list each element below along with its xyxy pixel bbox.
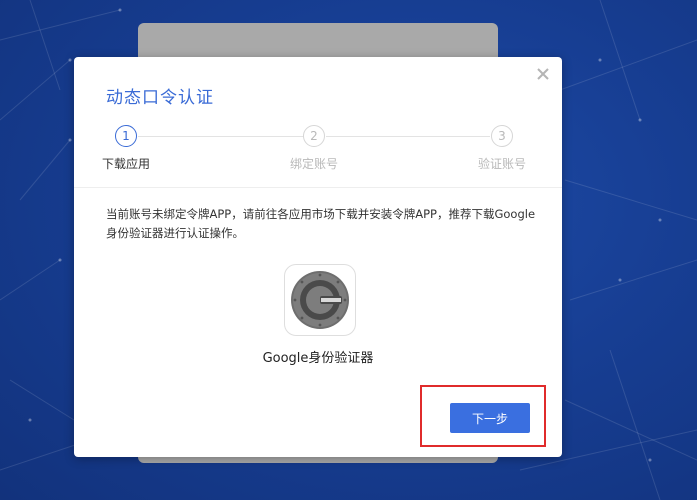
next-step-button[interactable]: 下一步	[450, 403, 530, 433]
google-authenticator-icon	[284, 264, 356, 336]
app-name: Google身份验证器	[262, 351, 374, 366]
dialog-title: 动态口令认证	[106, 88, 214, 108]
step-2-circle: 2	[303, 125, 325, 147]
step-3-label: 验证账号	[478, 157, 527, 171]
step-3-circle: 3	[491, 125, 513, 147]
step-1-circle: 1	[115, 125, 137, 147]
step-2-label: 绑定账号	[290, 157, 339, 171]
step-connector	[138, 136, 304, 137]
instruction-text: 当前账号未绑定令牌APP，请前往各应用市场下载并安装令牌APP，推荐下载Goog…	[106, 207, 536, 240]
divider	[74, 187, 562, 188]
step-indicator: 1 下载应用 2 绑定账号 3 验证账号	[74, 125, 562, 185]
step-1-label: 下载应用	[102, 157, 151, 171]
otp-dialog: 动态口令认证 1 下载应用 2 绑定账号 3 验证账号 当前账号未绑定令牌APP…	[74, 57, 562, 457]
step-connector	[326, 136, 490, 137]
close-icon[interactable]	[534, 65, 552, 83]
